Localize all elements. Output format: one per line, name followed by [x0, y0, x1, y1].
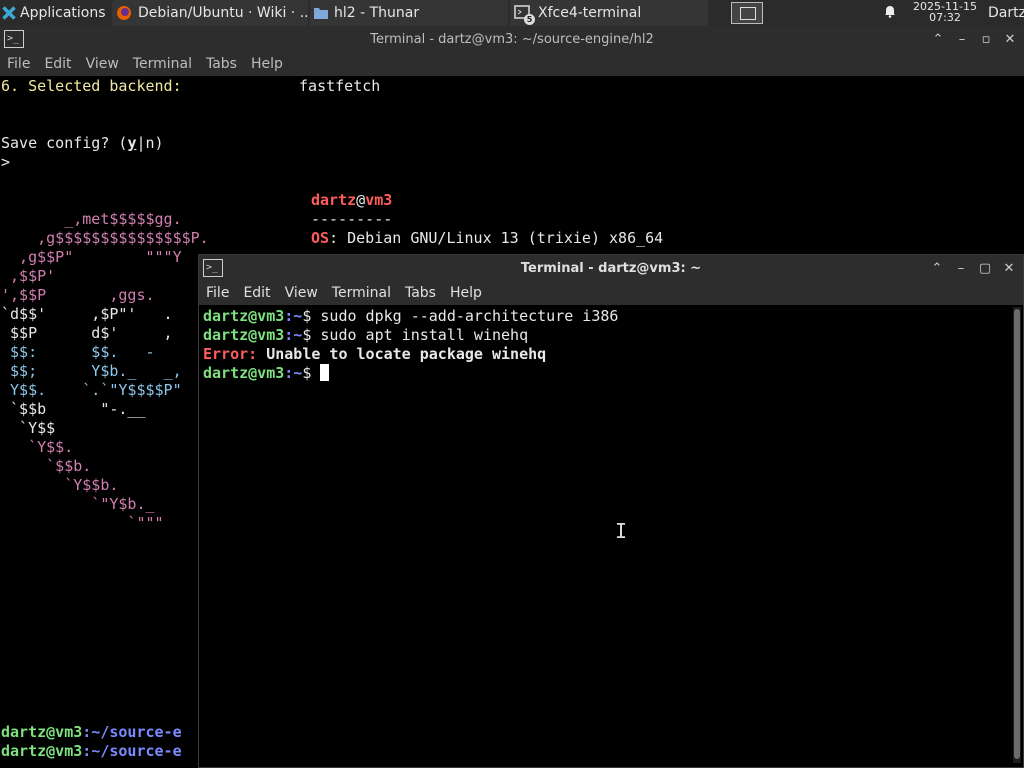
fastfetch-separator: --------- [311, 210, 393, 228]
window-title: Terminal - dartz@vm3: ~/source-engine/hl… [370, 31, 654, 47]
bottom-prompt-1: dartz@vm3:~/source-e [1, 723, 182, 741]
maximize-up-icon[interactable]: ⌃ [930, 31, 946, 47]
terminal-icon: >_ [203, 259, 223, 277]
terminal-output[interactable]: 6. Selected backend: fastfetch [1, 77, 380, 96]
minimize-icon[interactable]: – [954, 31, 970, 47]
menu-tabs[interactable]: Tabs [405, 285, 436, 301]
text-cursor [320, 364, 330, 381]
input-prompt: > [1, 153, 11, 171]
window-title: Terminal - dartz@vm3: ~ [520, 260, 702, 276]
task-label: Debian/Ubuntu · Wiki · ... [138, 5, 308, 21]
task-terminal[interactable]: 5 Xfce4-terminal [510, 0, 708, 26]
scrollbar[interactable] [1013, 307, 1021, 763]
task-label: hl2 - Thunar [334, 5, 420, 21]
save-config-prompt: Save config? (y|n) [1, 134, 164, 152]
maximize-up-icon[interactable]: ⌃ [929, 260, 945, 276]
menubar: File Edit View Terminal Tabs Help [199, 281, 1023, 305]
menu-help[interactable]: Help [450, 285, 482, 301]
menu-edit[interactable]: Edit [44, 56, 71, 72]
menu-file[interactable]: File [7, 56, 30, 72]
clock[interactable]: 2025-11-15 07:32 [905, 1, 985, 23]
top-panel: Applications Debian/Ubuntu · Wiki · ... … [0, 0, 1024, 26]
fastfetch-os: OS: Debian GNU/Linux 13 (trixie) x86_64 [311, 229, 664, 247]
menu-view[interactable]: View [86, 56, 119, 72]
ibeam-cursor-icon: I [615, 519, 628, 543]
menubar: File Edit View Terminal Tabs Help [0, 52, 1024, 76]
terminal-count-badge: 5 [524, 14, 535, 25]
menu-tabs[interactable]: Tabs [206, 56, 237, 72]
maximize-icon[interactable]: ▫ [978, 31, 994, 47]
terminal-icon: 5 [514, 4, 535, 25]
user-menu[interactable]: Dartz [988, 0, 1024, 26]
task-browser[interactable]: Debian/Ubuntu · Wiki · ... [112, 0, 308, 26]
folder-icon [314, 7, 328, 19]
task-thunar[interactable]: hl2 - Thunar [310, 0, 508, 26]
menu-terminal[interactable]: Terminal [133, 56, 192, 72]
command-line-1: dartz@vm3:~$ sudo dpkg --add-architectur… [203, 307, 619, 325]
bottom-prompt-2: dartz@vm3:~/source-e [1, 742, 182, 760]
bell-icon [883, 4, 897, 22]
workspace-icon [731, 2, 763, 24]
titlebar[interactable]: >_ Terminal - dartz@vm3: ~ ⌃ – ▢ ✕ [199, 255, 1023, 281]
terminal-window-front[interactable]: >_ Terminal - dartz@vm3: ~ ⌃ – ▢ ✕ File … [198, 254, 1024, 768]
close-icon[interactable]: ✕ [1001, 260, 1017, 276]
error-line: Error: Unable to locate package winehq [203, 345, 547, 363]
menu-file[interactable]: File [206, 285, 229, 301]
notifications-button[interactable] [880, 0, 900, 26]
titlebar[interactable]: >_ Terminal - dartz@vm3: ~/source-engine… [0, 26, 1024, 52]
applications-menu[interactable]: Applications [2, 0, 110, 26]
fastfetch-title: dartz@vm3 [311, 191, 393, 209]
minimize-icon[interactable]: – [953, 260, 969, 276]
scrollbar-thumb[interactable] [1014, 309, 1020, 759]
command-line-2: dartz@vm3:~$ sudo apt install winehq [203, 326, 529, 344]
menu-edit[interactable]: Edit [243, 285, 270, 301]
firefox-icon [116, 5, 132, 21]
maximize-icon[interactable]: ▢ [977, 260, 993, 276]
terminal-icon: >_ [4, 30, 24, 48]
menu-help[interactable]: Help [251, 56, 283, 72]
menu-view[interactable]: View [285, 285, 318, 301]
task-label: Xfce4-terminal [538, 5, 642, 21]
active-prompt[interactable]: dartz@vm3:~$ [203, 364, 330, 383]
xfce-logo-icon [2, 6, 16, 20]
menu-terminal[interactable]: Terminal [332, 285, 391, 301]
close-icon[interactable]: ✕ [1002, 31, 1018, 47]
workspace-switcher[interactable] [730, 0, 764, 26]
